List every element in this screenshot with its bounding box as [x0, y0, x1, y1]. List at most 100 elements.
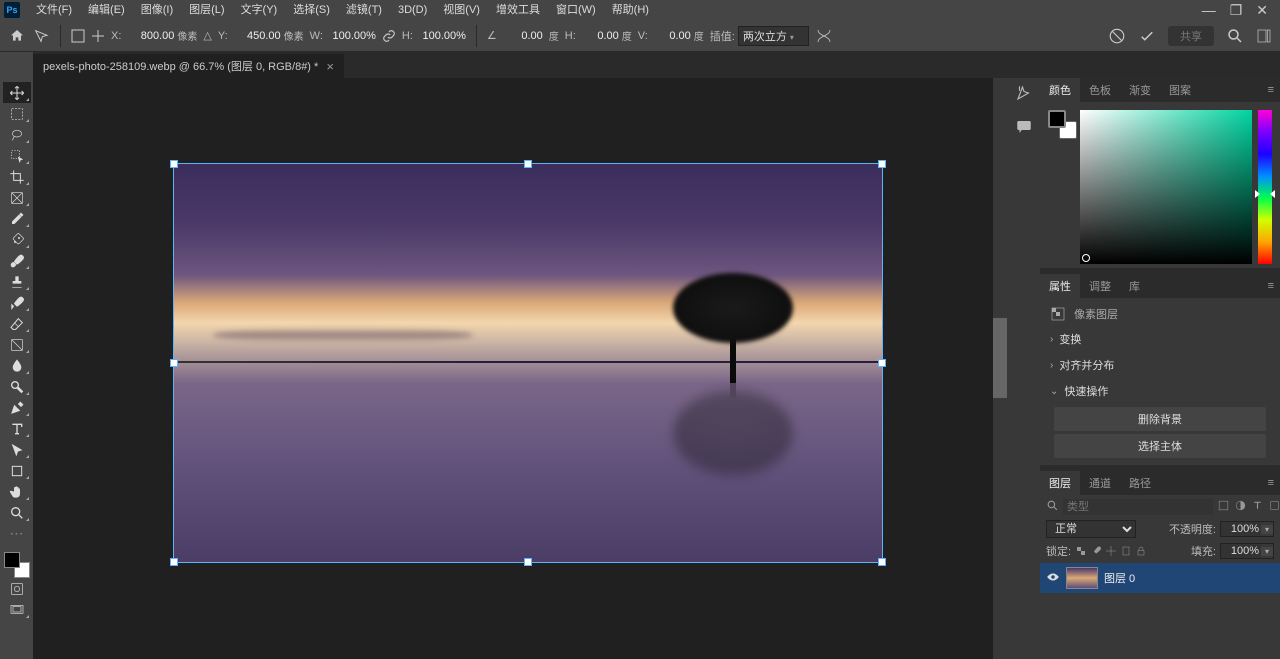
menu-type[interactable]: 文字(Y)	[233, 0, 286, 20]
tab-channels[interactable]: 通道	[1080, 471, 1120, 495]
reference-point-icon[interactable]	[71, 29, 85, 43]
marquee-tool[interactable]	[3, 103, 31, 124]
visibility-toggle-icon[interactable]	[1046, 572, 1060, 585]
lock-artboard-icon[interactable]	[1120, 545, 1132, 557]
color-swatches[interactable]	[4, 552, 30, 578]
menu-3d[interactable]: 3D(D)	[390, 0, 435, 20]
w-input[interactable]	[326, 30, 376, 42]
close-button[interactable]: ✕	[1256, 2, 1268, 19]
workspace-icon[interactable]	[1256, 28, 1272, 44]
screen-mode-icon[interactable]	[3, 599, 31, 620]
warp-icon[interactable]	[815, 27, 833, 45]
section-quick-actions[interactable]: ⌄快速操作	[1040, 378, 1280, 404]
document-canvas[interactable]	[173, 163, 883, 563]
document-tab[interactable]: pexels-photo-258109.webp @ 66.7% (图层 0, …	[33, 54, 344, 78]
lock-all-icon[interactable]	[1135, 545, 1147, 557]
dodge-tool[interactable]	[3, 376, 31, 397]
menu-plugins[interactable]: 增效工具	[488, 0, 548, 20]
history-brush-tool[interactable]	[3, 292, 31, 313]
type-tool[interactable]	[3, 418, 31, 439]
gradient-tool[interactable]	[3, 334, 31, 355]
remove-background-button[interactable]: 删除背景	[1054, 407, 1266, 431]
angle-input[interactable]	[503, 30, 543, 42]
section-transform[interactable]: ›变换	[1040, 326, 1280, 352]
transform-handle-mr[interactable]	[878, 359, 886, 367]
quick-mask-icon[interactable]	[3, 578, 31, 599]
filter-type-icon[interactable]	[1251, 499, 1264, 515]
brush-tool[interactable]	[3, 250, 31, 271]
menu-layer[interactable]: 图层(L)	[181, 0, 232, 20]
close-tab-icon[interactable]: ×	[326, 59, 334, 74]
transform-handle-bc[interactable]	[524, 558, 532, 566]
layer-filter-input[interactable]	[1063, 499, 1213, 515]
tab-paths[interactable]: 路径	[1120, 471, 1160, 495]
transform-handle-br[interactable]	[878, 558, 886, 566]
menu-edit[interactable]: 编辑(E)	[80, 0, 133, 20]
heal-tool[interactable]	[3, 229, 31, 250]
edit-toolbar-icon[interactable]: ⋯	[10, 525, 24, 542]
select-subject-button[interactable]: 选择主体	[1054, 434, 1266, 458]
quick-select-tool[interactable]	[3, 145, 31, 166]
lock-position-icon[interactable]	[1105, 545, 1117, 557]
filter-shape-icon[interactable]	[1268, 499, 1280, 515]
lasso-tool[interactable]	[3, 124, 31, 145]
commit-transform-icon[interactable]	[1138, 27, 1156, 45]
eraser-tool[interactable]	[3, 313, 31, 334]
h-input[interactable]	[416, 30, 466, 42]
menu-help[interactable]: 帮助(H)	[604, 0, 657, 20]
color-foreground-background[interactable]	[1048, 110, 1074, 136]
history-panel-icon[interactable]	[1015, 84, 1033, 102]
hand-tool[interactable]	[3, 481, 31, 502]
lock-transparency-icon[interactable]	[1075, 545, 1087, 557]
zoom-tool[interactable]	[3, 502, 31, 523]
menu-window[interactable]: 窗口(W)	[548, 0, 604, 20]
menu-file[interactable]: 文件(F)	[28, 0, 80, 20]
opacity-input[interactable]	[1221, 522, 1261, 536]
tool-preset-icon[interactable]	[32, 28, 50, 44]
tab-patterns[interactable]: 图案	[1160, 78, 1200, 102]
tab-library[interactable]: 库	[1120, 274, 1149, 298]
share-button[interactable]: 共享	[1168, 26, 1214, 46]
section-align[interactable]: ›对齐并分布	[1040, 352, 1280, 378]
search-icon[interactable]	[1226, 27, 1244, 45]
frame-tool[interactable]	[3, 187, 31, 208]
y-input[interactable]	[231, 30, 281, 42]
canvas-area[interactable]	[33, 78, 1007, 659]
tab-gradients[interactable]: 渐变	[1120, 78, 1160, 102]
fill-input[interactable]	[1221, 544, 1261, 558]
lock-pixels-icon[interactable]	[1090, 545, 1102, 557]
saturation-brightness-picker[interactable]	[1080, 110, 1252, 264]
transform-handle-ml[interactable]	[170, 359, 178, 367]
x-input[interactable]	[124, 30, 174, 42]
menu-view[interactable]: 视图(V)	[435, 0, 488, 20]
vskew-input[interactable]	[651, 30, 691, 42]
layer-item[interactable]: 图层 0	[1040, 563, 1280, 593]
triangle-icon[interactable]: △	[203, 29, 211, 42]
transform-bounding-box[interactable]	[173, 163, 883, 563]
opacity-dropdown-icon[interactable]: ▾	[1261, 525, 1273, 534]
comments-panel-icon[interactable]	[1015, 118, 1033, 136]
fill-dropdown-icon[interactable]: ▾	[1261, 547, 1273, 556]
filter-pixel-icon[interactable]	[1217, 499, 1230, 515]
panel-menu-icon[interactable]: ≡	[1262, 280, 1280, 292]
menu-select[interactable]: 选择(S)	[285, 0, 338, 20]
tab-properties[interactable]: 属性	[1040, 274, 1080, 298]
pen-tool[interactable]	[3, 397, 31, 418]
vertical-scrollbar[interactable]	[993, 78, 1007, 659]
transform-handle-tl[interactable]	[170, 160, 178, 168]
crop-tool[interactable]	[3, 166, 31, 187]
layer-thumbnail[interactable]	[1066, 567, 1098, 589]
filter-adjust-icon[interactable]	[1234, 499, 1247, 515]
path-select-tool[interactable]	[3, 439, 31, 460]
cancel-transform-icon[interactable]	[1108, 27, 1126, 45]
blend-mode-select[interactable]: 正常	[1046, 520, 1136, 538]
maximize-button[interactable]: ❐	[1230, 2, 1243, 19]
stamp-tool[interactable]	[3, 271, 31, 292]
tab-adjustments[interactable]: 调整	[1080, 274, 1120, 298]
home-icon[interactable]	[8, 28, 26, 44]
transform-handle-tr[interactable]	[878, 160, 886, 168]
move-tool[interactable]	[3, 82, 31, 103]
panel-menu-icon[interactable]: ≡	[1262, 477, 1280, 489]
link-wh-icon[interactable]	[382, 29, 396, 43]
blur-tool[interactable]	[3, 355, 31, 376]
